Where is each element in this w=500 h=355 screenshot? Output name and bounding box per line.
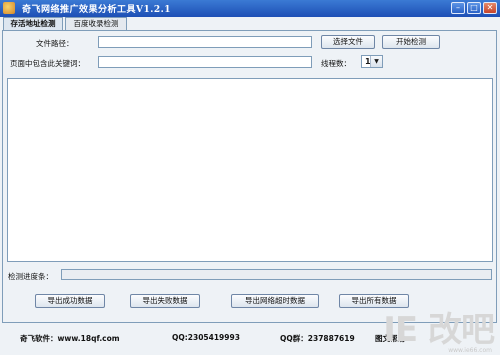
result-area[interactable] <box>7 78 493 262</box>
tab-baidu-index[interactable]: 百度收录检测 <box>65 17 127 30</box>
export-timeout-button[interactable]: 导出网络超时数据 <box>231 294 319 308</box>
watermark-logo: IE 改吧 <box>383 310 495 350</box>
start-check-button[interactable]: 开始检测 <box>382 35 440 49</box>
window-title: 奇飞网络推广效果分析工具V1.2.1 <box>22 5 172 15</box>
chevron-down-icon[interactable]: ▼ <box>370 56 382 67</box>
export-failure-button[interactable]: 导出失败数据 <box>130 294 200 308</box>
maximize-button[interactable]: □ <box>467 2 481 14</box>
footer-software: 奇飞软件：www.18qf.com <box>20 334 120 343</box>
progress-label: 检测进度条： <box>8 272 53 281</box>
keyword-label: 页面中包含此关键词： <box>10 59 85 68</box>
app-icon <box>3 2 15 14</box>
watermark-url: www.ie66.com <box>448 347 492 354</box>
select-file-button[interactable]: 选择文件 <box>321 35 375 49</box>
footer-qq-group: QQ群：237887619 <box>280 334 355 343</box>
file-path-input[interactable] <box>98 36 312 48</box>
close-button[interactable]: ✕ <box>483 2 497 14</box>
footer-qq: QQ:2305419993 <box>172 333 240 342</box>
title-bar[interactable]: 奇飞网络推广效果分析工具V1.2.1 – □ ✕ <box>0 0 500 17</box>
minimize-button[interactable]: – <box>451 2 465 14</box>
file-path-label: 文件路径： <box>36 39 74 48</box>
export-success-button[interactable]: 导出成功数据 <box>35 294 105 308</box>
keyword-input[interactable] <box>98 56 312 68</box>
thread-count-label: 线程数： <box>321 59 351 68</box>
tab-alive-check[interactable]: 存活地址检测 <box>3 17 63 30</box>
progress-bar <box>61 269 492 280</box>
thread-count-select[interactable]: 1 ▼ <box>361 55 383 68</box>
